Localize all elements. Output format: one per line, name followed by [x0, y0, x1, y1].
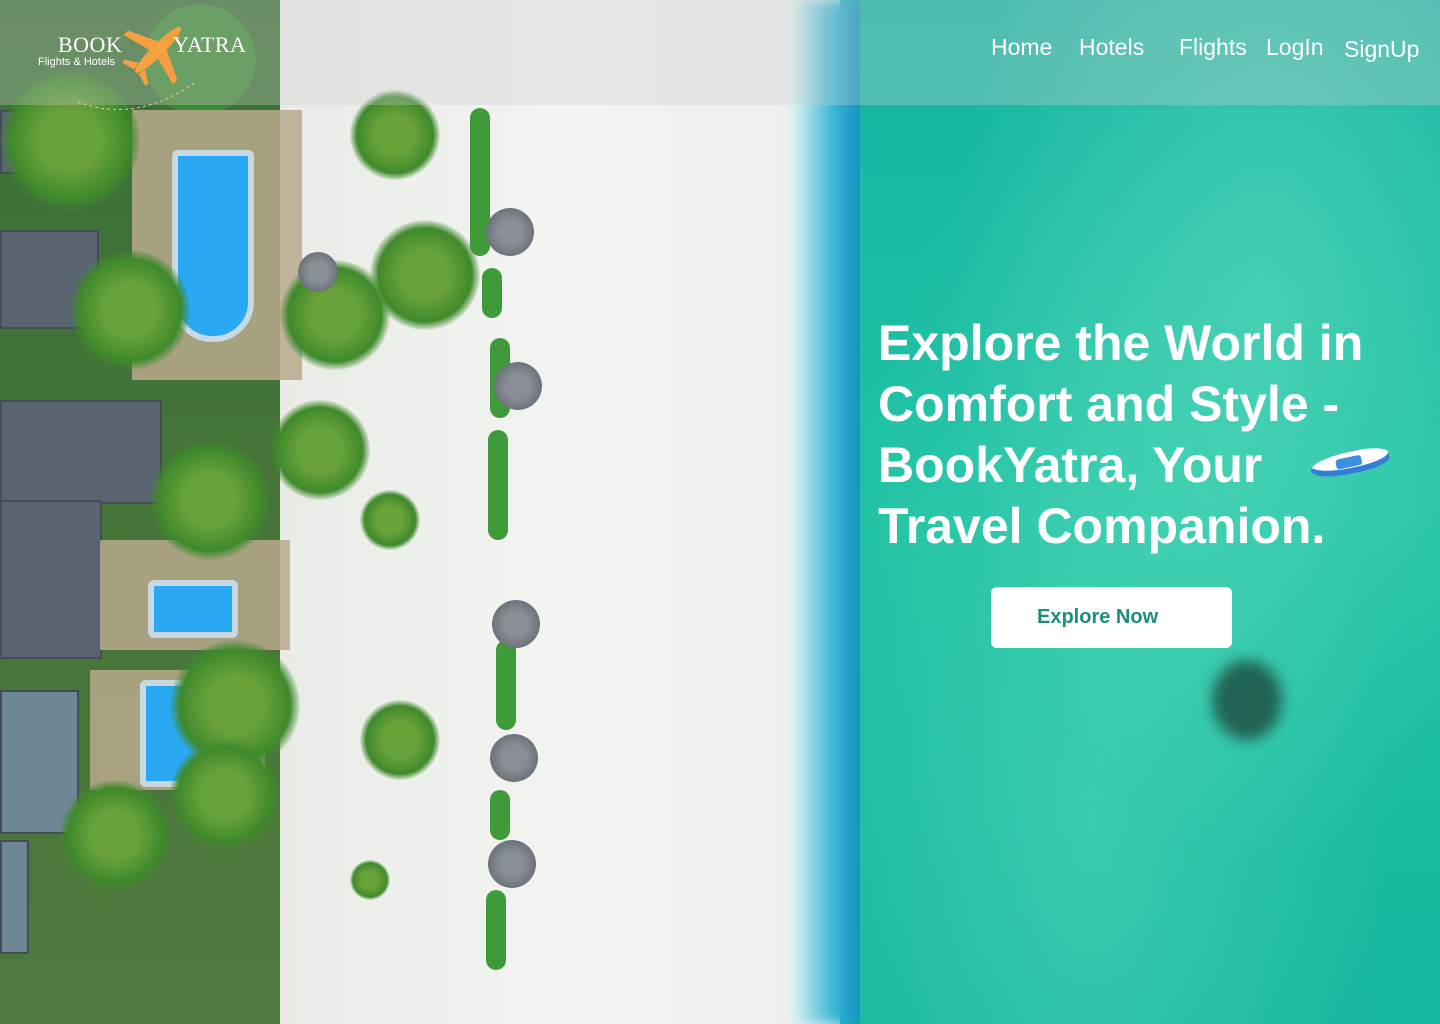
top-navbar: BOOK YATRA Flights & Hotels Home Hotels …: [0, 0, 1440, 111]
palm-tree: [270, 400, 370, 500]
nav-flights-link[interactable]: Flights: [1179, 34, 1247, 61]
villa-roof: [0, 840, 29, 954]
hedge: [486, 890, 506, 970]
palm-tree: [370, 220, 480, 330]
beach-umbrella: [488, 840, 536, 888]
palm-tree: [350, 860, 390, 900]
nav-hotels-link[interactable]: Hotels: [1079, 34, 1144, 61]
explore-now-button[interactable]: Explore Now: [991, 587, 1232, 648]
hedge: [490, 790, 510, 840]
reef-rock: [1212, 660, 1282, 740]
beach-umbrella: [494, 362, 542, 410]
hedge: [488, 430, 508, 540]
palm-tree: [60, 780, 170, 890]
nav-login-link[interactable]: LogIn: [1266, 34, 1324, 61]
brand-name-right: YATRA: [173, 32, 247, 57]
swimming-pool: [148, 580, 238, 638]
brand-logo[interactable]: BOOK YATRA Flights & Hotels: [36, 14, 256, 111]
hedge: [482, 268, 502, 318]
palm-tree: [360, 700, 440, 780]
palm-tree: [150, 440, 270, 560]
beach-umbrella: [298, 252, 338, 292]
beach-umbrella: [492, 600, 540, 648]
villa-roof: [0, 400, 162, 504]
hero-headline: Explore the World in Comfort and Style -…: [878, 315, 1364, 554]
palm-tree: [170, 740, 280, 850]
villa-roof: [0, 500, 102, 659]
nav-home-link[interactable]: Home: [991, 34, 1052, 61]
beach-umbrella: [490, 734, 538, 782]
brand-tagline: Flights & Hotels: [38, 56, 116, 68]
hedge: [496, 640, 516, 730]
brand-name-left: BOOK: [58, 32, 123, 57]
nav-signup-link[interactable]: SignUp: [1344, 36, 1419, 63]
palm-tree: [70, 250, 190, 370]
palm-tree: [360, 490, 420, 550]
beach-umbrella: [486, 208, 534, 256]
